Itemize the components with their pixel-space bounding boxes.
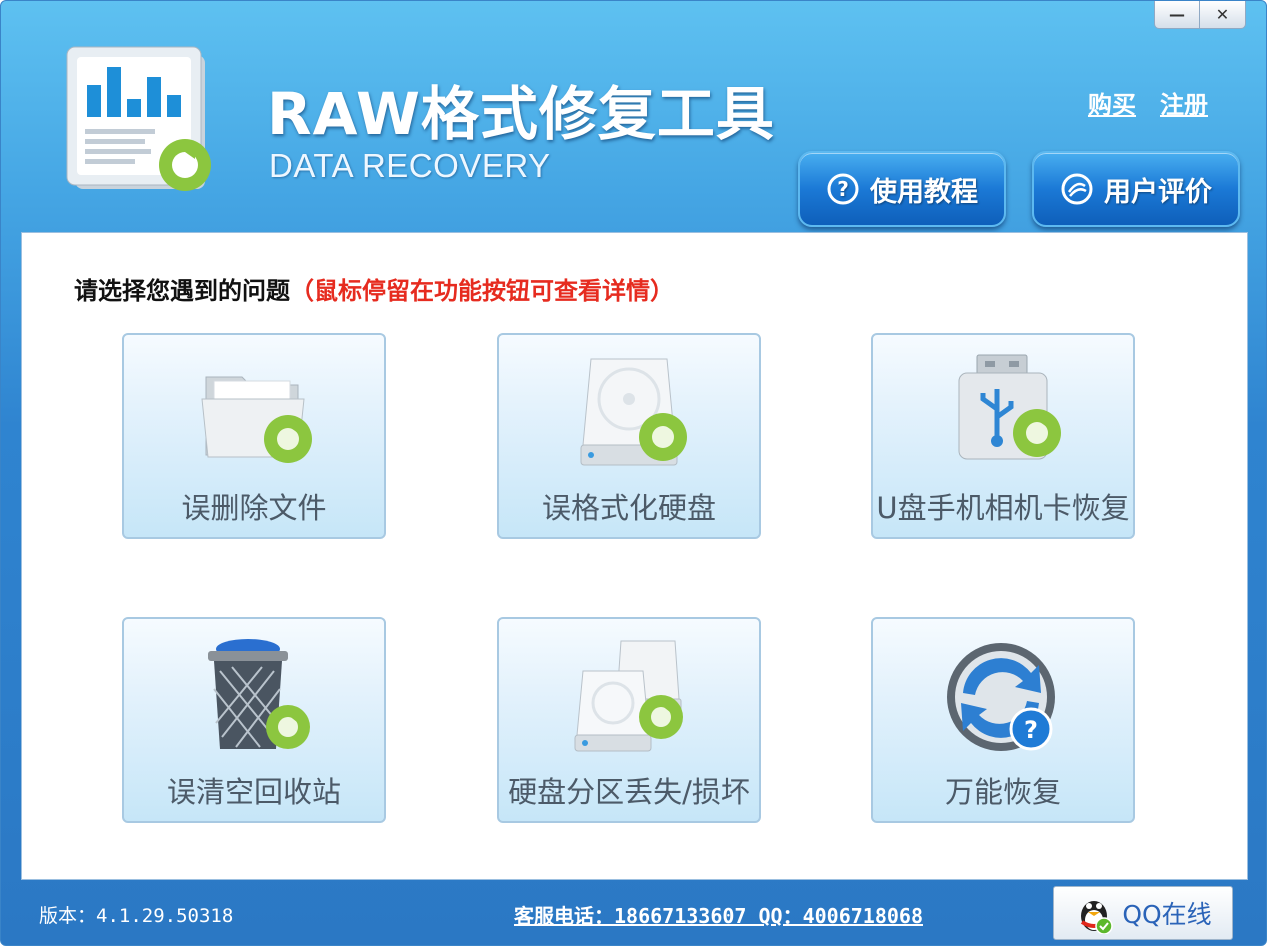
problem-prompt: 请选择您遇到的问题（鼠标停留在功能按钮可查看详情） — [74, 271, 674, 306]
tile-label: 误删除文件 — [181, 491, 327, 525]
reviews-label: 用户评价 — [1104, 176, 1212, 208]
prompt-hint: （鼠标停留在功能按钮可查看详情） — [290, 277, 674, 305]
svg-text:?: ? — [837, 177, 849, 201]
qq-online-button[interactable]: QQ在线 — [1053, 886, 1233, 940]
app-title: RAW格式修复工具 — [267, 80, 775, 148]
hard-drive-recover-icon — [580, 358, 687, 466]
qq-online-label: QQ在线 — [1122, 900, 1212, 929]
window-controls: — ✕ — [1154, 1, 1246, 29]
prompt-text: 请选择您遇到的问题 — [74, 277, 290, 305]
minimize-button[interactable]: — — [1154, 1, 1200, 29]
buy-link[interactable]: 购买 — [1088, 85, 1136, 120]
universal-recover-icon: ? — [947, 643, 1055, 751]
folder-recover-icon — [201, 376, 312, 463]
tutorial-label: 使用教程 — [870, 176, 978, 208]
tile-deleted-files[interactable]: 误删除文件 — [122, 333, 386, 539]
tile-label: 万能恢复 — [944, 775, 1061, 809]
tile-partition-lost[interactable]: 硬盘分区丢失/损坏 — [497, 617, 761, 823]
reviews-button[interactable]: 用户评价 — [1032, 151, 1240, 227]
rating-badge-icon — [1061, 173, 1093, 205]
close-button[interactable]: ✕ — [1200, 1, 1246, 29]
tutorial-button[interactable]: ? 使用教程 — [798, 151, 1006, 227]
svg-text:?: ? — [1024, 716, 1038, 744]
tile-label: 硬盘分区丢失/损坏 — [508, 775, 750, 809]
tile-label: 误清空回收站 — [166, 775, 341, 809]
tile-formatted-drive[interactable]: 误格式化硬盘 — [497, 333, 761, 539]
contact-info-link[interactable]: 客服电话：18667133607 QQ：4006718068 — [514, 900, 923, 929]
tile-universal-recovery[interactable]: ? 万能恢复 — [871, 617, 1135, 823]
register-link[interactable]: 注册 — [1160, 85, 1208, 120]
header-links: 购买 注册 — [1088, 85, 1208, 120]
tile-usb-card[interactable]: U盘手机相机卡恢复 — [871, 333, 1135, 539]
usb-drive-recover-icon — [958, 354, 1061, 460]
partition-recover-icon — [574, 640, 683, 752]
app-subtitle: DATA RECOVERY — [269, 147, 551, 184]
tile-label: U盘手机相机卡恢复 — [876, 491, 1130, 525]
qq-penguin-icon — [1081, 901, 1114, 934]
app-window: — ✕ RAW格式修复工具 DATA RECOVERY 购买 注册 ? 使用教程 — [0, 0, 1267, 946]
tile-label: 误格式化硬盘 — [541, 491, 716, 525]
help-question-icon: ? — [827, 173, 859, 205]
main-panel: 请选择您遇到的问题（鼠标停留在功能按钮可查看详情） 误删除文件 误格式化硬盘 U… — [21, 232, 1248, 880]
app-logo-icon — [66, 46, 211, 191]
version-text: 版本：4.1.29.50318 — [39, 905, 234, 927]
recycle-bin-recover-icon — [208, 639, 310, 749]
tile-recycle-bin[interactable]: 误清空回收站 — [122, 617, 386, 823]
